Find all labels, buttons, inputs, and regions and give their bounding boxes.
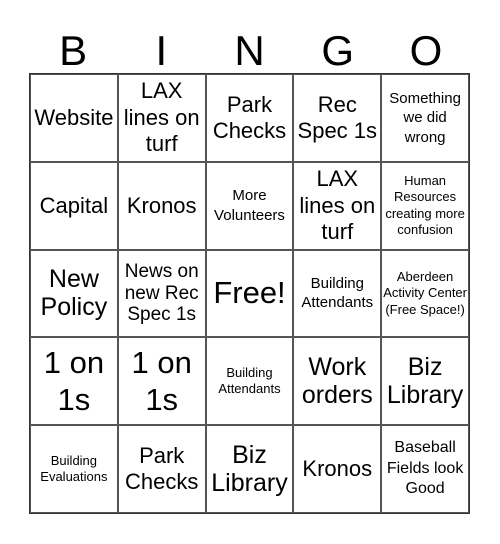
bingo-cell-text: Free! [213,275,286,311]
bingo-cell-r5-c1[interactable]: Building Evaluations [30,425,118,513]
bingo-cell-text: Biz Library [211,441,288,498]
bingo-cell-r2-c5[interactable]: Human Resources creating more confusion [381,161,469,250]
header-letter-o: O [409,27,443,74]
bingo-cell-r1-c4[interactable]: Rec Spec 1s [293,74,382,162]
bingo-cell-text: Website [34,104,114,130]
bingo-cell-text: Biz Library [386,353,464,410]
bingo-cell-text: News on new Rec Spec 1s [124,260,199,326]
bingo-cell-r2-c3[interactable]: More Volunteers [205,161,294,250]
header-letter-b: B [59,27,88,74]
bingo-cell-r4-c3[interactable]: Building Attendants [205,337,294,426]
bingo-cell-text: Something we did wrong [389,89,461,146]
bingo-cell-text: LAX lines on turf [299,166,376,244]
bingo-header: B I N G O [29,28,470,73]
header-letter-i: I [155,27,168,74]
bingo-cell-r3-c2[interactable]: News on new Rec Spec 1s [117,249,206,338]
bingo-cell-r5-c3[interactable]: Biz Library [205,425,294,513]
bingo-cell-r4-c1[interactable]: 1 on 1s [30,337,118,426]
bingo-cell-text: Human Resources creating more confusion [385,173,465,237]
bingo-cell-r4-c4[interactable]: Work orders [293,337,382,426]
bingo-cell-text: Building Attendants [218,365,281,397]
bingo-cell-text: Park Checks [125,442,199,495]
bingo-cell-text: Building Evaluations [40,452,108,485]
bingo-cell-r2-c1[interactable]: Capital [30,161,118,250]
bingo-cell-text: 1 on 1s [43,345,105,418]
bingo-cell-text: Kronos [126,192,197,218]
bingo-cell-r5-c4[interactable]: Kronos [293,425,382,513]
bingo-cell-r3-c1[interactable]: New Policy [30,249,118,338]
bingo-grid: Website LAX lines on turf Park Checks Rec S… [29,73,470,514]
bingo-cell-r3-c4[interactable]: Building Attendants [293,249,382,338]
bingo-cell-text: Capital [39,192,109,218]
bingo-cell-text: 1 on 1s [131,345,192,418]
bingo-cell-free[interactable]: Free! [205,249,294,338]
header-letter-n: N [234,27,265,74]
bingo-cell-text: Kronos [302,455,373,481]
bingo-cell-text: New Policy [40,265,108,322]
bingo-cell-text: Work orders [301,353,373,410]
bingo-cell-text: Park Checks [212,91,287,143]
bingo-cell-r4-c5[interactable]: Biz Library [381,337,469,426]
bingo-cell-text: Building Attendants [301,274,374,312]
bingo-cell-text: Rec Spec 1s [297,91,378,143]
bingo-cell-r2-c4[interactable]: LAX lines on turf [293,161,382,250]
bingo-cell-text: LAX lines on turf [123,78,200,157]
bingo-cell-text: Baseball Fields look Good [386,438,464,498]
bingo-cell-r1-c1[interactable]: Website [30,74,118,162]
bingo-cell-r3-c5[interactable]: Aberdeen Activity Center (Free Space!) [381,249,469,338]
bingo-cell-r1-c5[interactable]: Something we did wrong [381,74,469,162]
bingo-cell-r2-c2[interactable]: Kronos [117,161,206,250]
bingo-cell-text: More Volunteers [214,187,285,224]
bingo-cell-r4-c2[interactable]: 1 on 1s [117,337,206,426]
bingo-cell-r1-c2[interactable]: LAX lines on turf [117,74,206,162]
bingo-cell-r1-c3[interactable]: Park Checks [205,74,294,162]
header-letter-g: G [321,27,355,74]
bingo-cell-r5-c5[interactable]: Baseball Fields look Good [381,425,469,513]
bingo-cell-r5-c2[interactable]: Park Checks [117,425,206,513]
bingo-cell-text: Aberdeen Activity Center (Free Space!) [383,269,467,317]
